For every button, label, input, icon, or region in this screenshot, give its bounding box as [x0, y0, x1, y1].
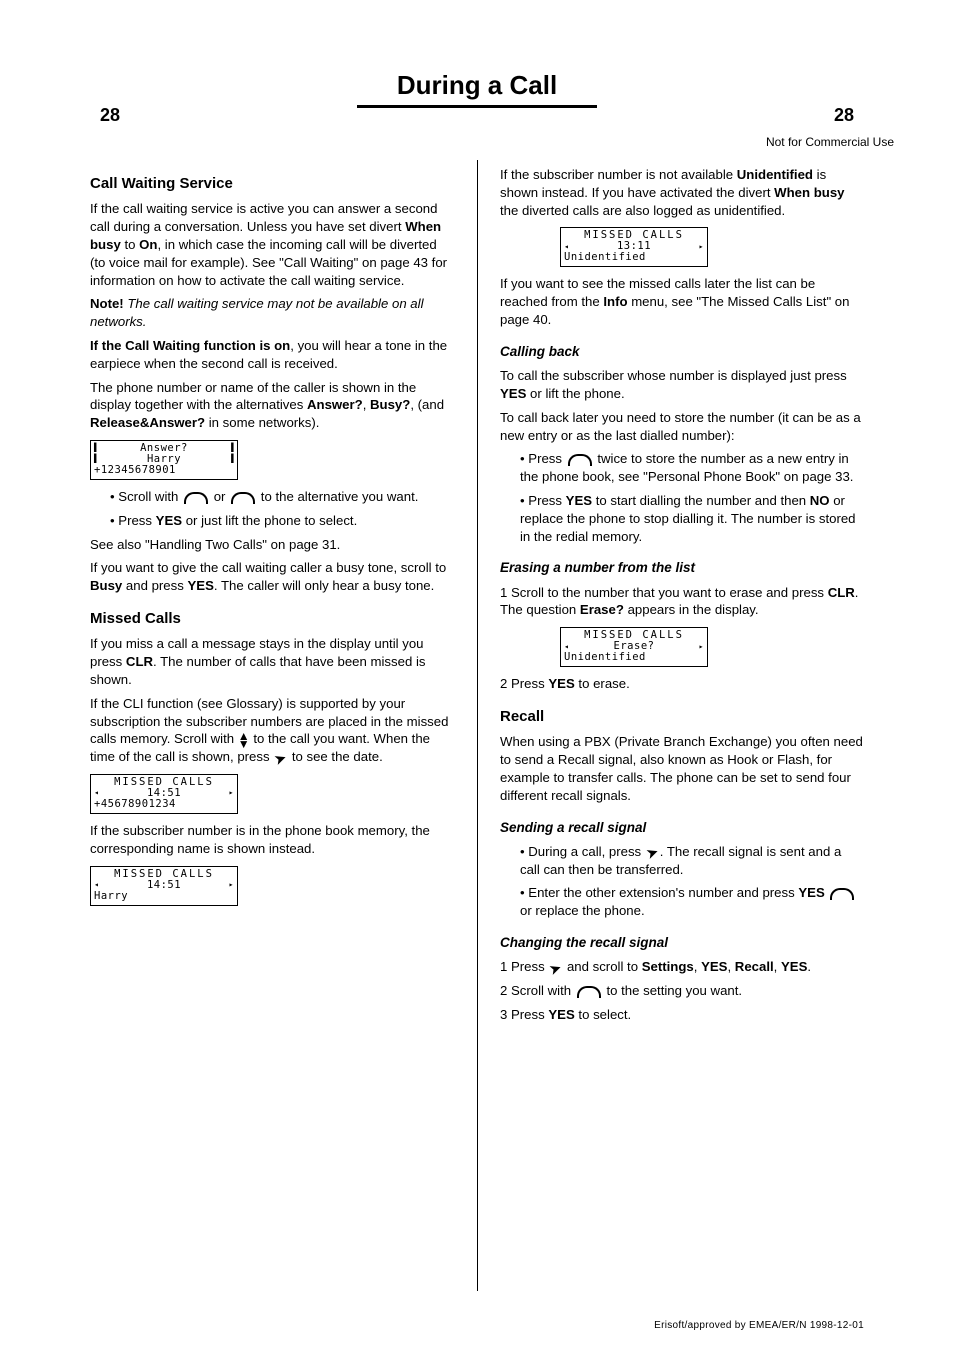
step-change-2: 2 Scroll with to the setting you want.	[500, 982, 864, 1000]
bullet-callback-redial: • Press YES to start dialling the number…	[500, 492, 864, 545]
lcd-missed-1: MISSED CALLS ◂14:51▸ +45678901234	[90, 774, 238, 814]
page-number-right: 28	[824, 105, 864, 126]
para-callback-1: To call the subscriber whose number is d…	[500, 367, 864, 403]
bullet-callback-store: • Press twice to store the number as a n…	[500, 450, 864, 486]
heading-callback: Calling back	[500, 343, 864, 361]
lcd-answer: ▌Answer?▐ ▌Harry▐ +12345678901	[90, 440, 238, 480]
footer-note: Erisoft/approved by EMEA/ER/N 1998-12-01	[654, 1320, 864, 1331]
heading-missed-calls: Missed Calls	[90, 609, 455, 629]
step-erase-1: 1 Scroll to the number that you want to …	[500, 584, 864, 620]
heading-erasing: Erasing a number from the list	[500, 559, 864, 577]
heading-change-recall: Changing the recall signal	[500, 934, 864, 952]
page-label-right: Not for Commercial Use	[766, 135, 894, 149]
hook-icon	[577, 986, 601, 998]
step-change-3: 3 Press YES to select.	[500, 1006, 864, 1024]
bullet-cw-yes: • Press YES or just lift the phone to se…	[90, 512, 455, 530]
scroll-icon	[238, 732, 250, 748]
para-missed-name: If the subscriber number is in the phone…	[90, 822, 455, 858]
page-root: During a Call 28 28 Not for Commercial U…	[0, 0, 954, 1351]
heading-call-waiting: Call Waiting Service	[90, 174, 455, 194]
bullet-cw-scroll: • Scroll with or to the alternative you …	[90, 488, 455, 506]
para-cw-intro: If the call waiting service is active yo…	[90, 200, 455, 289]
lcd-unidentified: MISSED CALLS ◂13:11▸ Unidentified	[560, 227, 708, 267]
para-cw-twocalls: See also "Handling Two Calls" on page 31…	[90, 536, 455, 554]
heading-sending-recall: Sending a recall signal	[500, 819, 864, 837]
bullet-recall-a: • During a call, press . The recall sign…	[500, 843, 864, 879]
plane-icon	[647, 851, 658, 853]
para-missed-1: If you miss a call a message stays in th…	[90, 635, 455, 688]
para-cw-busy: If you want to give the call waiting cal…	[90, 559, 455, 595]
step-erase-2: 2 Press YES to erase.	[500, 675, 864, 693]
para-cw-note: Note! The call waiting service may not b…	[90, 295, 455, 331]
heading-recall: Recall	[500, 707, 864, 727]
plane-icon	[275, 757, 286, 759]
para-missed-2: If the CLI function (see Glossary) is su…	[90, 695, 455, 766]
step-change-1: 1 Press and scroll to Settings, YES, Rec…	[500, 958, 864, 976]
column-left: Call Waiting Service If the call waiting…	[90, 160, 477, 1291]
para-callback-2: To call back later you need to store the…	[500, 409, 864, 445]
para-unidentified: If the subscriber number is not availabl…	[500, 166, 864, 219]
columns: Call Waiting Service If the call waiting…	[90, 160, 864, 1291]
lcd-missed-2: MISSED CALLS ◂14:51▸ Harry	[90, 866, 238, 906]
para-later-info: If you want to see the missed calls late…	[500, 275, 864, 328]
page-number-left: 28	[90, 105, 130, 126]
lcd-erase: MISSED CALLS ◂Erase?▸ Unidentified	[560, 627, 708, 667]
hook-icon	[830, 888, 854, 900]
plane-icon	[550, 967, 561, 969]
para-cw-display: The phone number or name of the caller i…	[90, 379, 455, 432]
hook-right-icon	[231, 492, 255, 504]
hook-left-icon	[184, 492, 208, 504]
bullet-recall-b: • Enter the other extension's number and…	[500, 884, 864, 920]
page-title: During a Call	[277, 70, 677, 108]
para-recall-1: When using a PBX (Private Branch Exchang…	[500, 733, 864, 804]
para-cw-tone: If the Call Waiting function is on, you …	[90, 337, 455, 373]
hook-right-icon	[568, 454, 592, 466]
column-right: If the subscriber number is not availabl…	[477, 160, 864, 1291]
